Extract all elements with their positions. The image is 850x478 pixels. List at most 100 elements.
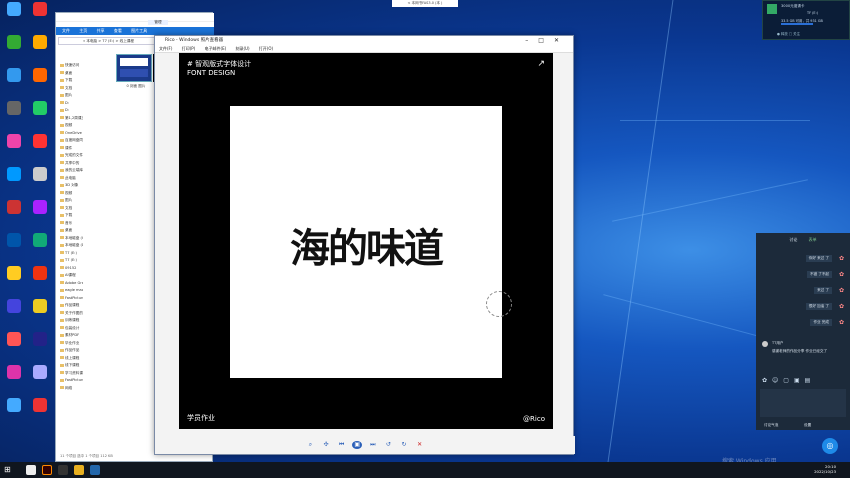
nav-item[interactable]: 此电脑: [56, 175, 83, 183]
reaction-icon[interactable]: ✿: [839, 319, 844, 326]
previous-icon[interactable]: ⏮: [337, 441, 347, 449]
desktop-icon[interactable]: [28, 200, 52, 228]
nav-item[interactable]: D:: [56, 100, 83, 108]
nav-item[interactable]: 下载: [56, 77, 83, 85]
menu-print[interactable]: 打印(P): [182, 46, 196, 51]
rotate-left-icon[interactable]: ↺: [383, 441, 393, 449]
nav-item[interactable]: 毕业作业: [56, 340, 83, 348]
nav-item[interactable]: 线上课程: [56, 355, 83, 363]
chat-tools[interactable]: ✿☺▢▣▤: [762, 377, 815, 384]
nav-item[interactable]: 素材PDF: [56, 332, 83, 340]
nav-item[interactable]: 09152: [56, 265, 83, 273]
settings-link[interactable]: 设置: [804, 423, 811, 428]
desktop-icon[interactable]: [28, 365, 52, 393]
widget-actions[interactable]: ● 释放 □ 关注: [777, 31, 800, 36]
menu-file[interactable]: 文件(F): [159, 46, 172, 51]
ribbon-tab-file[interactable]: 文件: [62, 27, 70, 35]
desktop-icon[interactable]: [2, 35, 26, 63]
nav-item[interactable]: Adobe Graphics 字: [56, 280, 83, 288]
tab-form[interactable]: 表单: [809, 237, 817, 242]
next-icon[interactable]: ⏭: [368, 441, 378, 449]
ribbon-tab-share[interactable]: 共享: [97, 27, 105, 35]
slideshow-icon[interactable]: ▣: [352, 441, 363, 449]
desktop-icon[interactable]: [28, 266, 52, 294]
nav-item[interactable]: T7 (E:): [56, 257, 83, 265]
chat-input[interactable]: [760, 389, 846, 417]
nav-item[interactable]: 图片: [56, 92, 83, 100]
nav-item[interactable]: 3D 对象: [56, 182, 83, 190]
desktop-icon[interactable]: [2, 167, 26, 195]
nav-item[interactable]: T7 (E:): [56, 250, 83, 258]
nav-item[interactable]: 包装设计: [56, 325, 83, 333]
desktop-icon[interactable]: [2, 101, 26, 129]
bubble-toggle[interactable]: 讨论气泡: [764, 423, 778, 428]
nav-item[interactable]: 视频: [56, 122, 83, 130]
desktop-icon[interactable]: [28, 134, 52, 162]
nav-item[interactable]: 视频: [56, 190, 83, 198]
reaction-icon[interactable]: ✿: [839, 303, 844, 310]
rotate-right-icon[interactable]: ↻: [399, 441, 409, 449]
desktop-icon[interactable]: [28, 101, 52, 129]
desktop-icon[interactable]: [28, 2, 52, 30]
desktop-icon[interactable]: [2, 299, 26, 327]
folder-icon[interactable]: [74, 465, 84, 475]
nav-item[interactable]: 作品课程: [56, 302, 83, 310]
ribbon-tab-view[interactable]: 查看: [114, 27, 122, 35]
desktop-icon[interactable]: [2, 200, 26, 228]
nav-item[interactable]: 图片: [56, 197, 83, 205]
nav-item[interactable]: 训练课程: [56, 317, 83, 325]
nav-item[interactable]: 本地磁盘 (C:): [56, 235, 83, 243]
desktop-icon[interactable]: [28, 398, 52, 426]
nav-item[interactable]: FastPictureViewer: [56, 377, 83, 385]
nav-item[interactable]: 学习资料课程: [56, 370, 83, 378]
ribbon-tab-home[interactable]: 主页: [79, 27, 87, 35]
nav-item[interactable]: 快速访问: [56, 62, 83, 70]
nav-item[interactable]: 完成的文件: [56, 152, 83, 160]
manage-tab[interactable]: 管理: [148, 20, 168, 25]
reaction-icon[interactable]: ✿: [839, 255, 844, 262]
desktop-icon[interactable]: [28, 68, 52, 96]
window-controls[interactable]: –□✕: [525, 36, 569, 45]
desktop-icon[interactable]: [2, 68, 26, 96]
tab-discussion[interactable]: 讨论: [789, 237, 797, 242]
desktop-icon[interactable]: [2, 332, 26, 360]
nav-item[interactable]: 网络: [56, 385, 83, 393]
desktop-icon[interactable]: [2, 398, 26, 426]
delete-icon[interactable]: ✕: [415, 441, 425, 449]
zoom-icon[interactable]: ⌕: [305, 441, 315, 449]
reaction-icon[interactable]: ✿: [839, 287, 844, 294]
nav-item[interactable]: 桌面: [56, 227, 83, 235]
nav-item[interactable]: eagle mac: [56, 287, 83, 295]
nav-item[interactable]: 下载: [56, 212, 83, 220]
menu-email[interactable]: 电子邮件(E): [205, 46, 227, 51]
illustrator-icon[interactable]: [42, 465, 52, 475]
nav-item[interactable]: 关于作图的作业: [56, 310, 83, 318]
desktop-icon[interactable]: [2, 233, 26, 261]
app-icon[interactable]: [58, 465, 68, 475]
chat-bubble-icon[interactable]: ◎: [822, 438, 838, 454]
file-thumbnail[interactable]: [116, 54, 152, 82]
nav-item[interactable]: FastPictureViewer: [56, 295, 83, 303]
ribbon-tab-picture-tools[interactable]: 图片工具: [131, 27, 147, 35]
nav-item[interactable]: 我的云端库library: [56, 167, 83, 175]
desktop-icon[interactable]: [28, 299, 52, 327]
nav-item[interactable]: AI课程: [56, 272, 83, 280]
actual-size-icon[interactable]: ✣: [321, 441, 331, 449]
start-icon[interactable]: ⊞: [4, 465, 14, 475]
desktop-icon[interactable]: [28, 35, 52, 63]
desktop-icon[interactable]: [2, 2, 26, 30]
nav-item[interactable]: 共享中的: [56, 160, 83, 168]
notification-chip[interactable]: < 本网书FAS3.0 (本 ): [392, 0, 458, 7]
desktop-icon[interactable]: [2, 134, 26, 162]
reaction-icon[interactable]: ✿: [839, 271, 844, 278]
nav-item[interactable]: 作品作品: [56, 347, 83, 355]
nav-item[interactable]: 桌面: [56, 70, 83, 78]
chrome-icon[interactable]: [26, 465, 36, 475]
desktop-icon[interactable]: [2, 365, 26, 393]
menu-burn[interactable]: 刻录(U): [235, 46, 249, 51]
nav-item[interactable]: 线下课程: [56, 362, 83, 370]
nav-item[interactable]: OneDrive: [56, 130, 83, 138]
menu-open[interactable]: 打开(O): [259, 46, 273, 51]
nav-item[interactable]: 课件: [56, 145, 83, 153]
desktop-icon[interactable]: [28, 233, 52, 261]
